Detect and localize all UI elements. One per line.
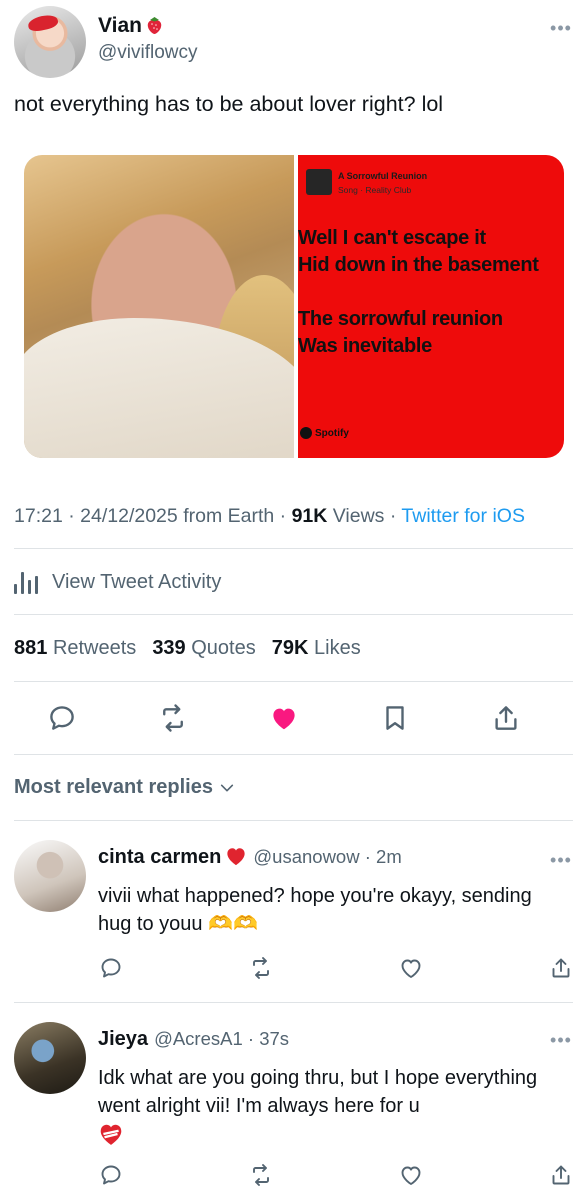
reply-more-options-icon[interactable]: ••• bbox=[548, 1030, 574, 1050]
media-photo[interactable] bbox=[24, 155, 294, 458]
mending-heart-icon bbox=[100, 1124, 122, 1145]
share-icon bbox=[552, 958, 570, 978]
share-button[interactable] bbox=[546, 953, 576, 983]
divider bbox=[14, 681, 573, 682]
heart-icon bbox=[401, 1166, 421, 1185]
client-link[interactable]: Twitter for iOS bbox=[401, 505, 525, 527]
reply-more-options-icon[interactable]: ••• bbox=[548, 850, 574, 870]
tweet-stats: 881 Retweets 339 Quotes 79K Likes bbox=[14, 637, 361, 660]
heart-icon bbox=[401, 959, 421, 978]
song-title: A Sorrowful Reunion bbox=[338, 171, 428, 181]
bookmark-icon bbox=[386, 706, 404, 730]
retweet-button[interactable] bbox=[246, 953, 276, 983]
spotify-logo: Spotify bbox=[300, 427, 349, 439]
replies-sort-label: Most relevant replies bbox=[14, 776, 213, 798]
reply-avatar[interactable] bbox=[14, 840, 86, 912]
divider bbox=[14, 820, 573, 821]
retweet-icon bbox=[163, 704, 183, 732]
song-lyrics: Well I can't escape it Hid down in the b… bbox=[298, 227, 539, 357]
reply-button[interactable] bbox=[44, 700, 80, 736]
album-cover-icon bbox=[306, 169, 332, 195]
activity-label: View Tweet Activity bbox=[52, 570, 222, 593]
song-subtitle: Song · Reality Club bbox=[338, 185, 412, 195]
reply-icon bbox=[50, 706, 74, 730]
reply-icon bbox=[101, 958, 121, 978]
retweets-stat[interactable]: 881 Retweets bbox=[14, 637, 136, 660]
tweet-media[interactable]: A Sorrowful Reunion Song · Reality Club … bbox=[24, 155, 564, 458]
author-handle[interactable]: @viviflowcy bbox=[98, 42, 198, 64]
tweet-location: from Earth bbox=[183, 505, 275, 527]
reply-author[interactable]: cinta carmen @usanowow · 2m bbox=[98, 846, 402, 869]
views-count: 91K bbox=[291, 505, 328, 527]
heart-filled-icon bbox=[273, 708, 295, 730]
share-button[interactable] bbox=[488, 700, 524, 736]
reply-author[interactable]: Jieya @AcresA1 · 37s bbox=[98, 1028, 289, 1051]
red-heart-icon bbox=[227, 848, 246, 866]
divider bbox=[14, 1002, 573, 1003]
reply-icon bbox=[101, 1165, 121, 1185]
like-button[interactable] bbox=[266, 700, 302, 736]
more-options-icon[interactable]: ••• bbox=[548, 18, 574, 38]
author-display-name[interactable]: Vian bbox=[98, 14, 163, 38]
reply-actions bbox=[96, 1160, 576, 1190]
analytics-icon bbox=[14, 568, 42, 596]
reply-actions bbox=[96, 953, 576, 983]
tweet-meta: 17:21 · 24/12/2025 from Earth · 91K View… bbox=[14, 505, 525, 527]
author-avatar[interactable] bbox=[14, 6, 86, 78]
tweet-date: 24/12/2025 bbox=[80, 505, 178, 527]
spotify-icon bbox=[300, 427, 312, 439]
retweet-button[interactable] bbox=[246, 1160, 276, 1190]
share-icon bbox=[552, 1165, 570, 1185]
likes-stat[interactable]: 79K Likes bbox=[272, 637, 361, 660]
replies-sort-dropdown[interactable]: Most relevant replies bbox=[14, 776, 235, 799]
quotes-stat[interactable]: 339 Quotes bbox=[152, 637, 255, 660]
divider bbox=[14, 754, 573, 755]
divider bbox=[14, 548, 573, 549]
like-button[interactable] bbox=[396, 953, 426, 983]
retweet-icon bbox=[253, 1164, 269, 1186]
reply-button[interactable] bbox=[96, 953, 126, 983]
reply-avatar[interactable] bbox=[14, 1022, 86, 1094]
reply-text: Idk what are you going thru, but I hope … bbox=[98, 1067, 538, 1117]
view-tweet-activity[interactable]: View Tweet Activity bbox=[14, 568, 221, 596]
like-button[interactable] bbox=[396, 1160, 426, 1190]
reply-button[interactable] bbox=[96, 1160, 126, 1190]
views-label: Views bbox=[332, 505, 385, 527]
tweet-time: 17:21 bbox=[14, 505, 63, 527]
strawberry-icon bbox=[147, 17, 162, 34]
chevron-down-icon bbox=[220, 784, 234, 791]
retweet-button[interactable] bbox=[155, 700, 191, 736]
tweet-text: not everything has to be about lover rig… bbox=[14, 92, 444, 116]
bookmark-button[interactable] bbox=[377, 700, 413, 736]
share-button[interactable] bbox=[546, 1160, 576, 1190]
tweet-actions bbox=[44, 700, 524, 736]
share-icon bbox=[495, 706, 517, 730]
reply-text: vivii what happened? hope you're okayy, … bbox=[98, 885, 532, 935]
retweet-icon bbox=[253, 957, 269, 979]
spotify-lyrics-card[interactable]: A Sorrowful Reunion Song · Reality Club … bbox=[298, 155, 564, 458]
divider bbox=[14, 614, 573, 615]
